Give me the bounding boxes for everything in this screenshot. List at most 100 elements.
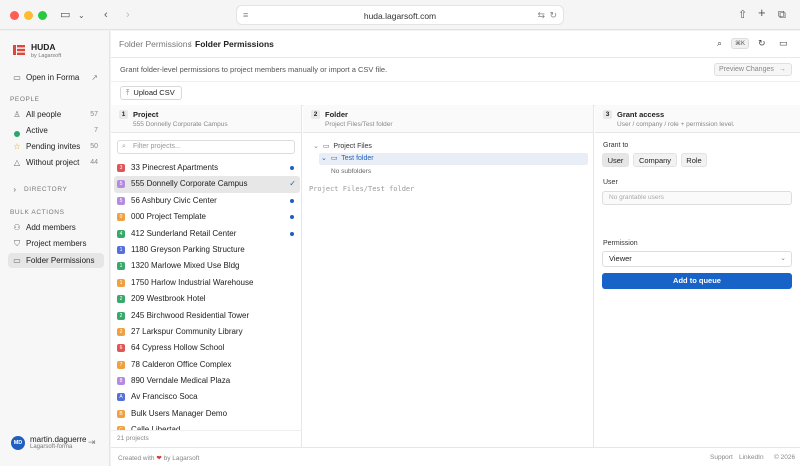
refresh-icon[interactable]: ↻	[758, 38, 766, 49]
project-list-item[interactable]: 2 209 Westbrook Hotel	[114, 291, 300, 307]
project-list-item[interactable]: 1 1320 Marlowe Mixed Use Bldg	[114, 258, 300, 274]
project-list-item[interactable]: 8 890 Verndale Medical Plaza	[114, 373, 300, 389]
upload-csv-label: Upload CSV	[133, 88, 175, 97]
header-bar: Folder Permissions / Folder Permissions …	[111, 31, 800, 58]
sidebar-item-add-members[interactable]: ⚇ Add members	[8, 220, 104, 235]
url-text: huda.lagarsoft.com	[363, 11, 437, 21]
grant-type-role[interactable]: Role	[681, 153, 707, 167]
browser-toolbar: ▭ ⌄ ‹ › ≡ huda.lagarsoft.com ⇆ ↻ ⇧ + ⧉	[0, 0, 800, 30]
project-list-item[interactable]: 2 27 Larkspur Community Library	[114, 324, 300, 340]
project-list-item[interactable]: 5 56 Ashbury Civic Center	[114, 193, 300, 209]
sidebar-item-label: All people	[26, 110, 62, 119]
project-badge: A	[117, 393, 125, 402]
project-badge: 3	[117, 164, 125, 172]
chevron-down-icon: ⌄	[321, 155, 327, 162]
sidebar-item-label: Project members	[26, 239, 87, 248]
add-to-queue-button[interactable]: Add to queue	[602, 273, 792, 289]
chevron-down-icon: ⌄	[780, 255, 786, 262]
folder-icon: ▭	[322, 143, 330, 150]
sidebar-toggle-icon[interactable]: ▭	[60, 8, 70, 22]
project-list-item[interactable]: 1 1180 Greyson Parking Structure	[114, 242, 300, 258]
user-org: Lagarsoft-forma	[30, 444, 73, 450]
open-in-forma-link[interactable]: ▭ Open in Forma ↗	[8, 70, 104, 85]
sidebar-item-folder-permissions[interactable]: ▭ Folder Permissions	[8, 253, 104, 268]
preview-changes-label: Preview Changes	[719, 66, 774, 73]
sidebar-item-all-people[interactable]: ♙ All people 57	[8, 107, 104, 122]
forward-arrow-icon[interactable]: ›	[126, 8, 130, 22]
project-list-item[interactable]: CCalle Libertad	[114, 422, 300, 430]
user-select[interactable]: No grantable users	[602, 191, 792, 205]
preview-changes-button[interactable]: Preview Changes →	[714, 63, 792, 76]
project-badge: 1	[117, 278, 125, 287]
breadcrumb-parent[interactable]: Folder Permissions	[119, 39, 192, 49]
selected-path: Project Files/Test folder	[309, 185, 415, 193]
new-tab-icon[interactable]: +	[758, 6, 766, 20]
project-list-item[interactable]: 3 33 Pinecrest Apartments	[114, 160, 300, 176]
footer-company-text[interactable]: by Lagarsoft	[164, 455, 200, 462]
checkmark-icon: ✓	[289, 179, 296, 189]
back-arrow-icon[interactable]: ‹	[104, 8, 108, 22]
share-icon[interactable]: ⇧	[738, 8, 747, 22]
project-name: 56 Ashbury Civic Center	[131, 195, 217, 205]
close-window-button[interactable]	[10, 11, 19, 20]
permission-value: Viewer	[609, 254, 632, 263]
arrow-right-icon: →	[778, 66, 786, 73]
project-list-item[interactable]: B Bulk Users Manager Demo	[114, 406, 300, 422]
support-link[interactable]: Support	[710, 454, 733, 461]
folder-tree-selected[interactable]: ⌄ ▭ Test folder	[319, 153, 588, 165]
zoom-window-button[interactable]	[38, 11, 47, 20]
sidebar-item-without-project[interactable]: △ Without project 44	[8, 155, 104, 170]
project-list-item[interactable]: 6 64 Cypress Hollow School	[114, 340, 300, 356]
project-badge: 7	[117, 360, 125, 369]
folder-icon: ▭	[330, 155, 338, 162]
sidebar-item-label: Pending invites	[26, 142, 81, 151]
reload-icon[interactable]: ↻	[549, 10, 557, 21]
project-filter-input[interactable]: ⌕ Filter projects...	[117, 140, 295, 154]
chevron-down-icon[interactable]: ⌄	[78, 9, 85, 23]
project-badge: B	[117, 409, 125, 418]
filter-placeholder: Filter projects...	[133, 143, 181, 150]
column-subtitle: User / company / role + permission level…	[617, 121, 735, 128]
heart-icon: ❤	[156, 455, 162, 462]
search-icon: ⌕	[122, 143, 126, 150]
minimize-window-button[interactable]	[24, 11, 33, 20]
search-icon[interactable]: ⌕	[717, 38, 722, 49]
project-list-item[interactable]: 5 555 Donnelly Corporate Campus ✓	[114, 176, 300, 193]
project-list-item[interactable]: 4 412 Sunderland Retail Center	[114, 226, 300, 242]
logout-icon[interactable]: ⇥	[88, 437, 96, 448]
project-list-item[interactable]: 7 78 Calderon Office Complex	[114, 357, 300, 373]
project-name: 209 Westbrook Hotel	[131, 294, 206, 304]
unsaved-indicator-dot	[290, 215, 294, 220]
avatar[interactable]: MD	[11, 436, 25, 450]
sidebar-item-project-members[interactable]: ⛉ Project members	[8, 236, 104, 251]
folder-name: Test folder	[341, 155, 374, 162]
project-name: 555 Donnelly Corporate Campus	[131, 179, 248, 189]
project-name: 1750 Harlow Industrial Warehouse	[131, 277, 254, 287]
huda-logo-icon	[13, 45, 25, 55]
project-list-item[interactable]: A Av Francisco Soca	[114, 389, 300, 405]
project-list-item[interactable]: 2 245 Birchwood Residential Tower	[114, 308, 300, 324]
project-badge: 0	[117, 213, 125, 222]
project-list-item[interactable]: 1 1750 Harlow Industrial Warehouse	[114, 275, 300, 291]
sidebar-item-active[interactable]: Active 7	[8, 123, 104, 138]
footer-credit: Created with ❤ by Lagarsoft	[118, 454, 199, 462]
project-badge: 1	[117, 245, 125, 254]
project-badge: 2	[117, 327, 125, 336]
linkedin-link[interactable]: LinkedIn	[739, 454, 764, 461]
address-bar[interactable]: ≡ huda.lagarsoft.com ⇆ ↻	[236, 5, 564, 25]
directory-toggle[interactable]: › DIRECTORY	[8, 182, 104, 197]
upload-csv-button[interactable]: ⤒ Upload CSV	[120, 86, 182, 100]
translate-icon[interactable]: ⇆	[537, 10, 545, 21]
people-section-heading: PEOPLE	[10, 96, 40, 103]
project-list-item[interactable]: 0 000 Project Template	[114, 209, 300, 225]
folder-tree-root[interactable]: ⌄ ▭ Project Files	[313, 141, 372, 153]
permission-select[interactable]: Viewer ⌄	[602, 251, 792, 267]
project-badge: 1	[117, 262, 125, 271]
sidebar-item-pending-invites[interactable]: ☆ Pending invites 50	[8, 139, 104, 154]
tab-overview-icon[interactable]: ⧉	[778, 8, 786, 22]
project-name: 000 Project Template	[131, 212, 207, 222]
brand-name: HUDA	[31, 42, 56, 52]
grant-type-company[interactable]: Company	[633, 153, 677, 167]
monitor-icon[interactable]: ▭	[779, 38, 788, 49]
grant-type-user[interactable]: User	[602, 153, 629, 167]
